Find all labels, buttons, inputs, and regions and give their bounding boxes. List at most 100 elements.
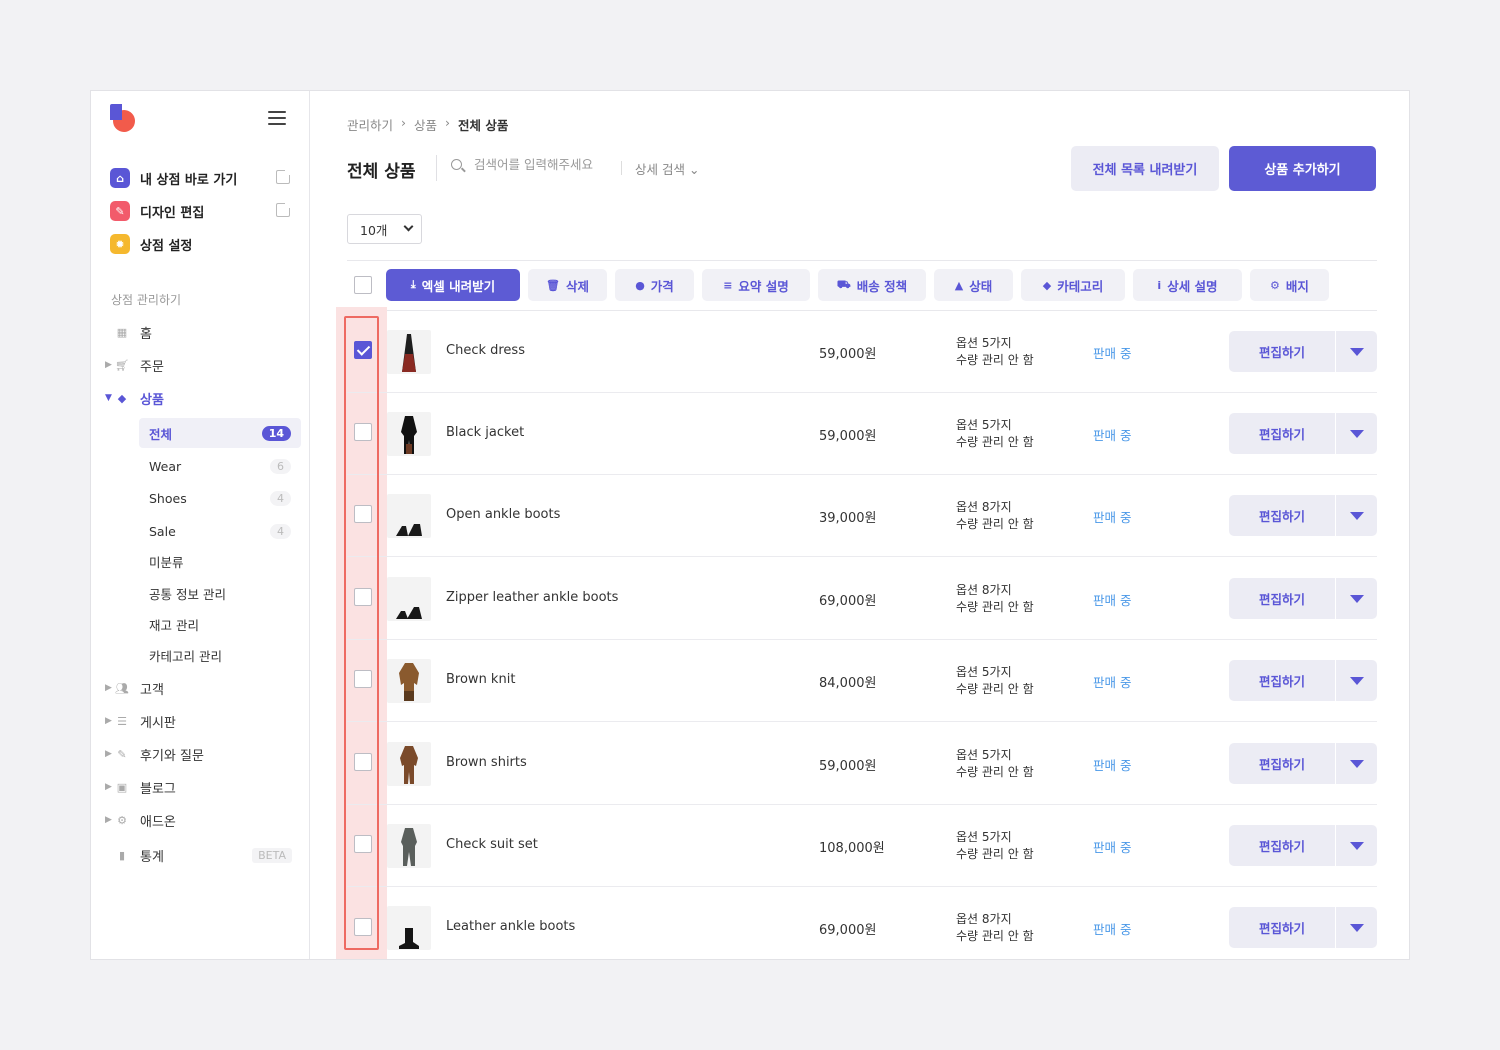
edit-button[interactable]: 편집하기 <box>1229 743 1335 784</box>
product-name[interactable]: Check suit set <box>446 837 538 852</box>
row-dropdown-button[interactable] <box>1336 907 1377 948</box>
product-name[interactable]: Leather ankle boots <box>446 919 575 934</box>
edit-button[interactable]: 편집하기 <box>1229 907 1335 948</box>
sidebar-sub-inventory[interactable]: 재고 관리 <box>139 609 301 639</box>
expand-arrow-icon[interactable]: ▶ <box>105 683 112 693</box>
product-thumbnail[interactable] <box>387 330 431 374</box>
sidebar-item-orders[interactable]: ▶ 🛒︎ 주문 <box>91 352 310 378</box>
row-checkbox[interactable] <box>354 670 372 688</box>
row-checkbox[interactable] <box>354 753 372 771</box>
price-button[interactable]: ● 가격 <box>615 269 694 301</box>
row-checkbox[interactable] <box>354 835 372 853</box>
delete-button[interactable]: 🗑︎ 삭제 <box>528 269 607 301</box>
product-name[interactable]: Black jacket <box>446 425 524 440</box>
sidebar-sub-wear[interactable]: Wear 6 <box>139 451 301 481</box>
sidebar-item-addons[interactable]: ▶ ⚙ 애드온 <box>91 807 310 833</box>
status-button[interactable]: ▲ 상태 <box>934 269 1013 301</box>
sidebar-item-customers[interactable]: ▶ 👥︎ 고객 <box>91 675 310 701</box>
download-all-button[interactable]: 전체 목록 내려받기 <box>1071 146 1219 191</box>
row-checkbox[interactable] <box>354 423 372 441</box>
table-row[interactable]: Open ankle boots 39,000원 옵션 8가지 수량 관리 안 함… <box>347 475 1377 557</box>
sidebar-sub-shoes[interactable]: Shoes 4 <box>139 483 301 513</box>
table-row[interactable]: Brown knit 84,000원 옵션 5가지 수량 관리 안 함 판매 중 … <box>347 640 1377 722</box>
status-badge[interactable]: 판매 중 <box>1093 590 1131 609</box>
external-link-icon[interactable] <box>276 167 293 184</box>
table-row[interactable]: Check suit set 108,000원 옵션 5가지 수량 관리 안 함 … <box>347 805 1377 887</box>
advanced-search-button[interactable]: 상세 검색 ⌄ <box>635 159 699 178</box>
row-dropdown-button[interactable] <box>1336 660 1377 701</box>
table-row[interactable]: Check dress 59,000원 옵션 5가지 수량 관리 안 함 판매 중… <box>347 311 1377 393</box>
table-row[interactable]: Brown shirts 59,000원 옵션 5가지 수량 관리 안 함 판매 … <box>347 723 1377 805</box>
edit-button[interactable]: 편집하기 <box>1229 495 1335 536</box>
row-dropdown-button[interactable] <box>1336 331 1377 372</box>
expand-arrow-icon[interactable]: ▶ <box>105 815 112 825</box>
expand-arrow-icon[interactable]: ▶ <box>105 782 112 792</box>
table-row[interactable]: Leather ankle boots 69,000원 옵션 8가지 수량 관리 … <box>347 887 1377 959</box>
status-badge[interactable]: 판매 중 <box>1093 755 1131 774</box>
sidebar-sub-all[interactable]: 전체 14 <box>139 418 301 448</box>
product-name[interactable]: Brown knit <box>446 672 515 687</box>
row-checkbox[interactable] <box>354 918 372 936</box>
search-input[interactable] <box>474 157 624 172</box>
detail-description-button[interactable]: i 상세 설명 <box>1133 269 1242 301</box>
sidebar-sub-common-info[interactable]: 공통 정보 관리 <box>139 578 301 608</box>
breadcrumb-item[interactable]: 상품 <box>414 115 437 134</box>
add-product-button[interactable]: 상품 추가하기 <box>1229 146 1376 191</box>
table-row[interactable]: Zipper leather ankle boots 69,000원 옵션 8가… <box>347 558 1377 640</box>
product-name[interactable]: Check dress <box>446 343 525 358</box>
quick-link-design[interactable]: ✎ 디자인 편집 <box>110 200 293 222</box>
collapse-arrow-icon[interactable]: ▼ <box>105 393 112 403</box>
row-dropdown-button[interactable] <box>1336 413 1377 454</box>
row-dropdown-button[interactable] <box>1336 495 1377 536</box>
product-name[interactable]: Zipper leather ankle boots <box>446 590 618 605</box>
category-button[interactable]: ◆ 카테고리 <box>1021 269 1125 301</box>
row-dropdown-button[interactable] <box>1336 743 1377 784</box>
row-dropdown-button[interactable] <box>1336 578 1377 619</box>
shipping-policy-button[interactable]: ⛟ 배송 정책 <box>818 269 926 301</box>
expand-arrow-icon[interactable]: ▶ <box>105 716 112 726</box>
external-link-icon[interactable] <box>276 200 293 217</box>
product-thumbnail[interactable] <box>387 742 431 786</box>
logo[interactable] <box>110 104 136 132</box>
sidebar-item-stats[interactable]: ▮ 통계 BETA <box>91 842 310 868</box>
edit-button[interactable]: 편집하기 <box>1229 660 1335 701</box>
row-dropdown-button[interactable] <box>1336 825 1377 866</box>
edit-button[interactable]: 편집하기 <box>1229 331 1335 372</box>
sidebar-sub-sale[interactable]: Sale 4 <box>139 516 301 546</box>
quick-link-store[interactable]: ⌂ 내 상점 바로 가기 <box>110 167 293 189</box>
product-name[interactable]: Open ankle boots <box>446 507 560 522</box>
summary-button[interactable]: ≡ 요약 설명 <box>702 269 810 301</box>
expand-arrow-icon[interactable]: ▶ <box>105 749 112 759</box>
status-badge[interactable]: 판매 중 <box>1093 919 1131 938</box>
sidebar-item-home[interactable]: ▦ 홈 <box>91 319 310 345</box>
search-bar[interactable] <box>451 157 624 172</box>
status-badge[interactable]: 판매 중 <box>1093 343 1131 362</box>
row-checkbox[interactable] <box>354 588 372 606</box>
sidebar-item-board[interactable]: ▶ ☰ 게시판 <box>91 708 310 734</box>
row-checkbox[interactable] <box>354 505 372 523</box>
status-badge[interactable]: 판매 중 <box>1093 837 1131 856</box>
row-checkbox[interactable] <box>354 341 372 359</box>
edit-button[interactable]: 편집하기 <box>1229 578 1335 619</box>
breadcrumb-item[interactable]: 관리하기 <box>347 115 393 134</box>
edit-button[interactable]: 편집하기 <box>1229 825 1335 866</box>
product-thumbnail[interactable] <box>387 824 431 868</box>
sidebar-sub-uncategorized[interactable]: 미분류 <box>139 546 301 576</box>
sidebar-item-reviews[interactable]: ▶ ✎ 후기와 질문 <box>91 741 310 767</box>
expand-arrow-icon[interactable]: ▶ <box>105 360 112 370</box>
product-thumbnail[interactable] <box>387 577 431 621</box>
menu-icon[interactable] <box>268 111 286 125</box>
quick-link-settings[interactable]: ✹ 상점 설정 <box>110 233 290 255</box>
excel-download-button[interactable]: ⤓ 엑셀 내려받기 <box>386 269 520 301</box>
per-page-select[interactable]: 10개 <box>347 214 422 244</box>
edit-button[interactable]: 편집하기 <box>1229 413 1335 454</box>
product-thumbnail[interactable] <box>387 659 431 703</box>
sidebar-item-blog[interactable]: ▶ ▣ 블로그 <box>91 774 310 800</box>
product-thumbnail[interactable] <box>387 906 431 950</box>
product-thumbnail[interactable] <box>387 412 431 456</box>
select-all-checkbox[interactable] <box>354 276 372 294</box>
status-badge[interactable]: 판매 중 <box>1093 507 1131 526</box>
status-badge[interactable]: 판매 중 <box>1093 672 1131 691</box>
product-thumbnail[interactable] <box>387 494 431 538</box>
product-name[interactable]: Brown shirts <box>446 755 527 770</box>
